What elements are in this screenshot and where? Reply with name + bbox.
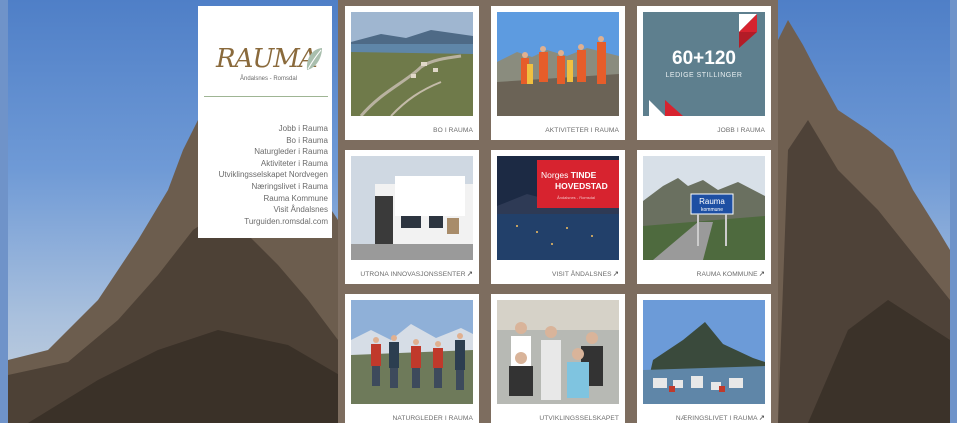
tile-utrona-innovasjonssenter[interactable]: UTRONA INNOVASJONSSENTER↗ <box>345 150 479 284</box>
menu-item-naeringslivet[interactable]: Næringslivet i Rauma <box>200 181 328 193</box>
tile-image-hikers <box>351 300 473 404</box>
logo-subtitle: Åndalsnes - Romsdal <box>240 76 298 82</box>
tile-caption: BO I RAUMA <box>433 127 473 134</box>
menu-item-visit-andalsnes[interactable]: Visit Åndalsnes <box>200 204 328 216</box>
tile-caption: UTVIKLINGSSELSKAPET <box>539 415 619 422</box>
tile-rauma-kommune[interactable]: Rauma kommune RAUMA KOMMUNE↗ <box>637 150 771 284</box>
jobs-subline: LEDIGE STILLINGER <box>665 72 743 79</box>
tile-image-team-photo <box>497 300 619 404</box>
background-mountain-image <box>8 0 950 423</box>
side-menu-panel: RAUMA Åndalsnes - Romsdal Jobb i Rauma B… <box>198 6 332 238</box>
tile-image-building <box>351 156 473 260</box>
tile-aktiviteter-i-rauma[interactable]: AKTIVITETER I RAUMA <box>491 6 625 140</box>
tinde-line-1: Norges TINDE <box>541 170 597 180</box>
tile-image-night-fjord: Norges TINDE HOVEDSTAD Åndalsnes - Romsd… <box>497 156 619 260</box>
jobs-headline: 60+120 <box>672 48 736 69</box>
tile-caption: AKTIVITETER I RAUMA <box>545 127 619 134</box>
tile-caption: NÆRINGSLIVET I RAUMA↗ <box>675 413 765 422</box>
sign-text: Rauma <box>699 197 725 206</box>
tinde-line-2: HOVEDSTAD <box>555 181 608 191</box>
tile-caption: JOBB I RAUMA <box>717 127 765 134</box>
tile-bo-i-rauma[interactable]: BO I RAUMA <box>345 6 479 140</box>
external-link-icon: ↗ <box>612 269 619 278</box>
menu-item-rauma-kommune[interactable]: Rauma Kommune <box>200 193 328 205</box>
tile-caption: VISIT ÅNDALSNES↗ <box>551 269 619 278</box>
sign-subtext: kommune <box>701 207 723 213</box>
menu-item-utviklingsselskapet[interactable]: Utviklingsselskapet Nordvegen <box>200 169 328 181</box>
menu-divider <box>204 96 328 97</box>
external-link-icon: ↗ <box>758 269 765 278</box>
logo-wordmark: RAUMA <box>216 44 318 74</box>
tile-visit-andalsnes[interactable]: Norges TINDE HOVEDSTAD Åndalsnes - Romsd… <box>491 150 625 284</box>
external-link-icon: ↗ <box>466 269 473 278</box>
tile-jobb-i-rauma[interactable]: 60+120 LEDIGE STILLINGER JOBB I RAUMA <box>637 6 771 140</box>
external-link-icon: ↗ <box>758 413 765 422</box>
tile-image-dancers-on-rock <box>497 12 619 116</box>
rauma-logo[interactable]: RAUMA Åndalsnes - Romsdal <box>212 42 322 90</box>
tinde-line-3: Åndalsnes - Romsdal <box>557 195 596 200</box>
tile-caption: NATURGLEDER I RAUMA <box>392 415 473 422</box>
menu-item-jobb[interactable]: Jobb i Rauma <box>200 123 328 135</box>
menu-item-bo[interactable]: Bo i Rauma <box>200 135 328 147</box>
leaf-icon <box>306 48 322 70</box>
tile-image-road-sign: Rauma kommune <box>643 156 765 260</box>
menu-item-turguiden[interactable]: Turguiden.romsdal.com <box>200 216 328 228</box>
tile-caption: RAUMA KOMMUNE↗ <box>696 269 765 278</box>
tile-image-jobs-graphic: 60+120 LEDIGE STILLINGER <box>643 12 765 116</box>
menu-item-aktiviteter[interactable]: Aktiviteter i Rauma <box>200 158 328 170</box>
tile-image-mountain-town <box>643 300 765 404</box>
menu-list: Jobb i Rauma Bo i Rauma Naturgleder i Ra… <box>200 123 328 227</box>
tile-naturgleder-i-rauma[interactable]: NATURGLEDER I RAUMA <box>345 294 479 423</box>
tile-image-aerial-town <box>351 12 473 116</box>
tile-naeringslivet-i-rauma[interactable]: NÆRINGSLIVET I RAUMA↗ <box>637 294 771 423</box>
menu-item-naturgleder[interactable]: Naturgleder i Rauma <box>200 146 328 158</box>
tile-utviklingsselskapet[interactable]: UTVIKLINGSSELSKAPET <box>491 294 625 423</box>
tile-caption: UTRONA INNOVASJONSSENTER↗ <box>360 269 473 278</box>
